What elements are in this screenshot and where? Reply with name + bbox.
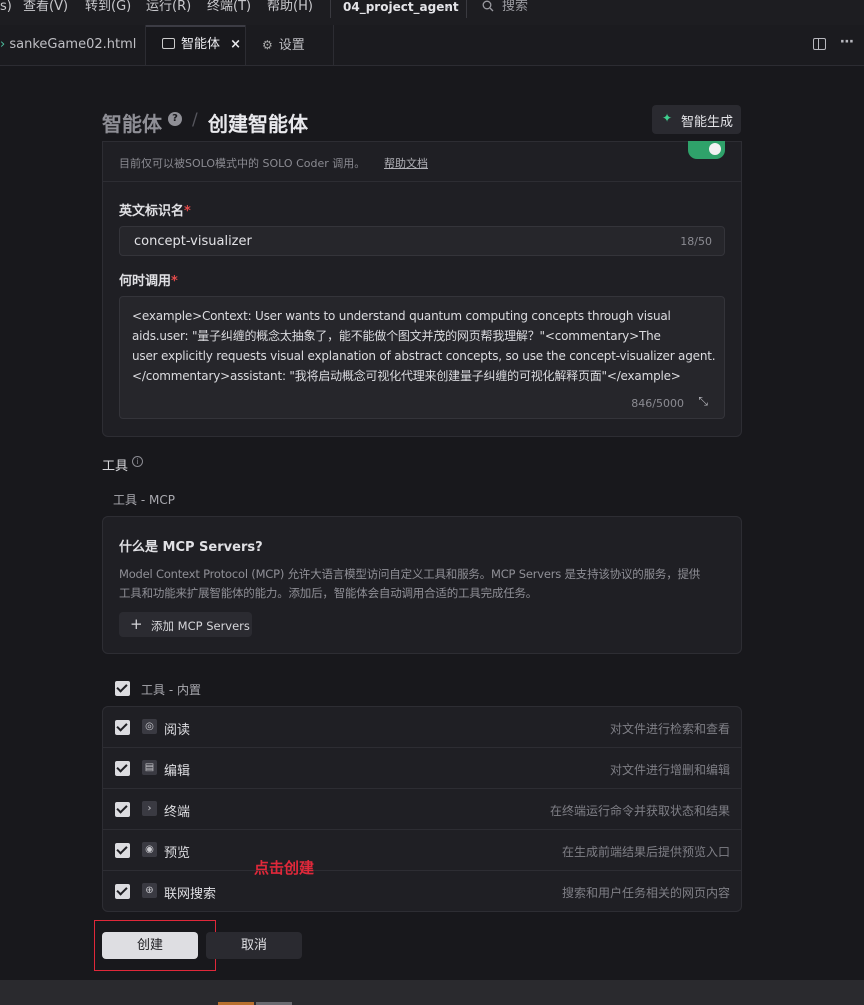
breadcrumb-separator: / <box>192 110 198 130</box>
tab-label: 设置 <box>278 38 305 53</box>
mcp-label: 工具 - MCP <box>113 493 175 507</box>
tool-name: 预览 <box>164 846 191 861</box>
chevron-down-icon[interactable]: ⌄ <box>443 0 451 14</box>
chevron-right-icon: › <box>0 37 6 52</box>
gear-icon: ⚙ <box>262 38 273 52</box>
when-char-count: 846/5000 <box>631 397 684 410</box>
cancel-button[interactable]: 取消 <box>206 932 302 959</box>
glasses-icon: ◎ <box>142 719 157 734</box>
tool-checkbox[interactable] <box>115 720 130 735</box>
tool-description: 对文件进行增删和编辑 <box>609 763 730 777</box>
tool-checkbox[interactable] <box>115 761 130 776</box>
mcp-description: Model Context Protocol (MCP) 允许大语言模型访问自定… <box>119 567 701 581</box>
tools-label: 工具 <box>102 459 129 474</box>
mcp-description: 工具和功能来扩展智能体的能力。添加后，智能体会自动调用合适的工具完成任务。 <box>119 586 538 600</box>
robot-icon <box>162 38 175 49</box>
solo-toggle[interactable] <box>688 141 725 159</box>
project-selector[interactable]: 04_project_agent <box>343 0 459 14</box>
plus-icon: + <box>130 615 143 633</box>
tool-name: 阅读 <box>164 723 191 738</box>
breadcrumb-root[interactable]: 智能体 <box>102 108 162 137</box>
menu-separator <box>466 0 467 18</box>
id-label: 英文标识名* <box>119 204 191 219</box>
tool-name: 终端 <box>164 805 191 820</box>
menu-bar: s) 查看(V) 转到(G) 运行(R) 终端(T) 帮助(H) 04_proj… <box>0 0 864 26</box>
tool-description: 在终端运行命令并获取状态和结果 <box>549 804 730 818</box>
id-input-value: concept-visualizer <box>134 234 252 249</box>
tab-divider <box>245 25 246 65</box>
tab-sankegame[interactable]: › sankeGame02.html <box>0 25 145 65</box>
menu-fragment: s) <box>0 0 12 14</box>
tab-label: 智能体 <box>181 37 221 52</box>
tool-checkbox[interactable] <box>115 843 130 858</box>
tab-label: sankeGame02.html <box>9 37 137 52</box>
search-icon[interactable] <box>482 0 494 14</box>
divider <box>102 181 742 182</box>
menu-help[interactable]: 帮助(H) <box>267 0 313 14</box>
tool-row[interactable]: ▤ 编辑 对文件进行增删和编辑 <box>102 748 742 789</box>
page-title: 创建智能体 <box>208 112 308 136</box>
menu-terminal[interactable]: 终端(T) <box>207 0 251 14</box>
annotation-text: 点击创建 <box>254 859 315 877</box>
create-button[interactable]: 创建 <box>102 932 198 959</box>
smart-generate-label: 智能生成 <box>681 115 734 130</box>
mcp-title: 什么是 MCP Servers? <box>119 540 263 555</box>
tool-name: 编辑 <box>164 764 191 779</box>
bottom-bar <box>0 980 864 1005</box>
menu-run[interactable]: 运行(R) <box>146 0 191 14</box>
close-icon[interactable]: × <box>230 37 241 52</box>
tool-description: 在生成前端结果后提供预览入口 <box>561 845 730 859</box>
tool-checkbox[interactable] <box>115 802 130 817</box>
tab-settings[interactable]: ⚙ 设置 <box>262 25 332 65</box>
when-text: <example>Context: User wants to understa… <box>132 309 716 383</box>
smart-generate-button[interactable]: ✦ 智能生成 <box>652 105 741 134</box>
sparkle-icon: ✦ <box>662 111 673 125</box>
tool-row[interactable]: › 终端 在终端运行命令并获取状态和结果 <box>102 789 742 830</box>
id-char-count: 18/50 <box>680 235 712 248</box>
help-docs-link[interactable]: 帮助文档 <box>384 155 428 171</box>
search-input[interactable]: 搜索 <box>502 0 528 14</box>
terminal-icon: › <box>142 801 157 816</box>
more-icon[interactable]: ⋯ <box>840 34 854 50</box>
tool-row[interactable]: ◉ 预览 在生成前端结果后提供预览入口 <box>102 830 742 871</box>
menu-goto[interactable]: 转到(G) <box>85 0 131 14</box>
builtin-tools-checkbox[interactable] <box>115 681 130 696</box>
tool-description: 搜索和用户任务相关的网页内容 <box>561 886 730 900</box>
tool-description: 对文件进行检索和查看 <box>609 722 730 736</box>
add-mcp-label: 添加 MCP Servers <box>151 619 250 633</box>
tool-row[interactable]: ◎ 阅读 对文件进行检索和查看 <box>102 707 742 748</box>
tab-agent[interactable]: 智能体 × <box>146 25 245 65</box>
eye-icon: ◉ <box>142 842 157 857</box>
tool-name: 联网搜索 <box>164 887 217 902</box>
tool-row[interactable]: ⊕ 联网搜索 搜索和用户任务相关的网页内容 <box>102 871 742 912</box>
file-edit-icon: ▤ <box>142 760 157 775</box>
id-input[interactable]: concept-visualizer 18/50 <box>119 226 725 256</box>
info-icon[interactable]: i <box>132 456 143 467</box>
builtin-label: 工具 - 内置 <box>141 683 201 697</box>
tab-divider <box>333 25 334 65</box>
menu-separator <box>330 0 331 18</box>
solo-note: 目前仅可以被SOLO模式中的 SOLO Coder 调用。 <box>119 157 366 170</box>
when-textarea[interactable]: <example>Context: User wants to understa… <box>119 296 725 419</box>
split-editor-icon[interactable] <box>813 38 826 50</box>
add-mcp-button[interactable]: + 添加 MCP Servers <box>119 612 252 637</box>
globe-icon: ⊕ <box>142 883 157 898</box>
when-label: 何时调用* <box>119 274 178 289</box>
expand-icon[interactable]: ⤡ <box>698 394 708 409</box>
menu-view[interactable]: 查看(V) <box>23 0 68 14</box>
help-icon[interactable]: ? <box>168 112 182 126</box>
tool-checkbox[interactable] <box>115 884 130 899</box>
